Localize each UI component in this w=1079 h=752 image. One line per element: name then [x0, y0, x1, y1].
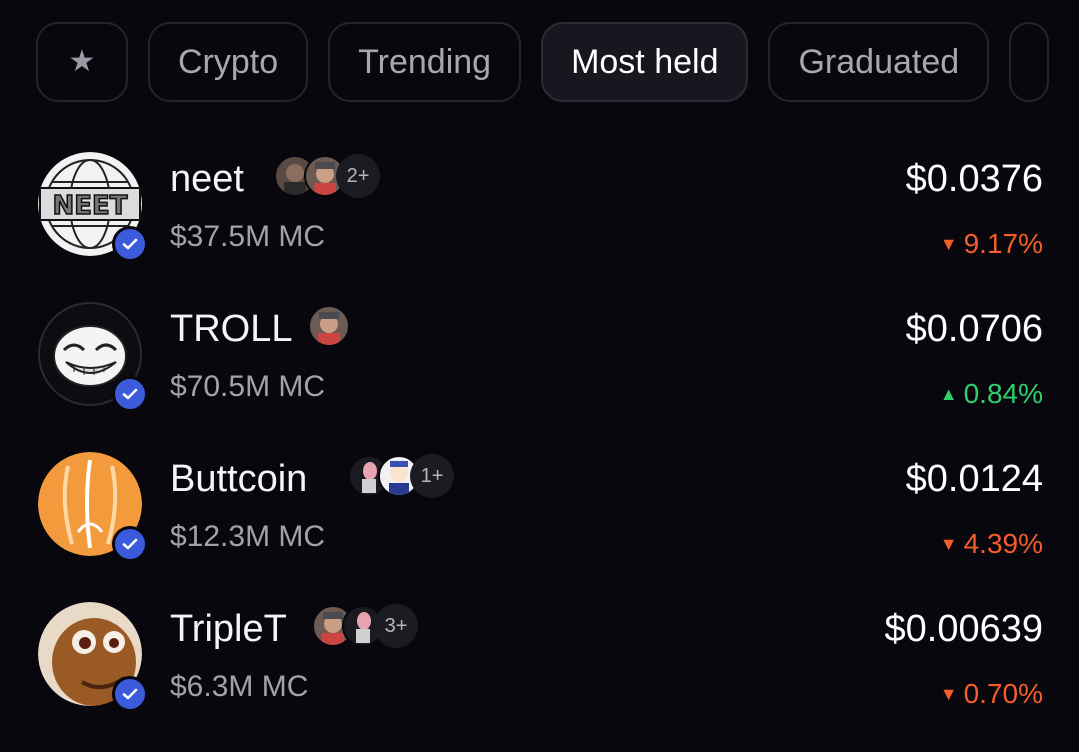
price-change-value: 4.39% [963, 528, 1043, 559]
tab-label: Most held [571, 42, 719, 81]
market-cap: $37.5M MC [170, 220, 326, 253]
verified-badge-icon [112, 676, 148, 712]
price-change-value: 0.84% [963, 378, 1043, 409]
token-row-neet[interactable]: NEET neet 2+ $37.5M MC $0.0376 ▼ 9.17% [0, 152, 1079, 302]
star-icon: ★ [68, 45, 96, 78]
price-change-value: 0.70% [963, 678, 1043, 709]
down-triangle-icon: ▼ [939, 533, 958, 554]
price-change: ▲ 0.84% [940, 378, 1043, 410]
tab-partial[interactable] [1009, 22, 1050, 102]
holders-more-count: 1+ [410, 454, 454, 498]
price-change: ▼ 4.39% [940, 528, 1043, 560]
svg-text:NEET: NEET [52, 191, 127, 221]
holder-avatars[interactable]: 1+ [348, 454, 454, 498]
holder-avatars[interactable]: 2+ [274, 154, 380, 198]
token-row-buttcoin[interactable]: Buttcoin 1+ $12.3M MC $0.0124 ▼ 4.39% [0, 452, 1079, 602]
token-price: $0.0124 [905, 458, 1043, 500]
token-name: Buttcoin [170, 458, 308, 500]
tab-label: Crypto [178, 42, 279, 81]
tab-graduated[interactable]: Graduated [768, 22, 990, 102]
holders-more-count: 3+ [374, 604, 418, 648]
tab-favorites[interactable]: ★ [36, 22, 128, 102]
tab-most-held[interactable]: Most held [541, 22, 749, 102]
token-name: TROLL [170, 308, 293, 350]
up-triangle-icon: ▲ [939, 383, 958, 404]
token-price: $0.0706 [905, 308, 1043, 350]
token-price: $0.00639 [884, 608, 1044, 650]
verified-badge-icon [112, 376, 148, 412]
market-cap: $12.3M MC [170, 520, 326, 553]
token-name: TripleT [170, 608, 287, 650]
market-cap: $6.3M MC [170, 670, 309, 703]
filter-tabs: ★ Crypto Trending Most held Graduated [36, 22, 1050, 102]
tab-label: Trending [358, 42, 492, 81]
price-change: ▼ 0.70% [940, 678, 1043, 710]
token-price: $0.0376 [905, 158, 1043, 200]
holder-avatars[interactable] [308, 304, 350, 348]
token-row-triplet[interactable]: TripleT 3+ $6.3M MC $0.00639 ▼ 0.70% [0, 602, 1079, 752]
down-triangle-icon: ▼ [939, 233, 958, 254]
verified-badge-icon [112, 226, 148, 262]
holders-more-count: 2+ [336, 154, 380, 198]
verified-badge-icon [112, 526, 148, 562]
holder-avatars[interactable]: 3+ [312, 604, 418, 648]
token-row-troll[interactable]: TROLL $70.5M MC $0.0706 ▲ 0.84% [0, 302, 1079, 452]
price-change: ▼ 9.17% [940, 228, 1043, 260]
tab-crypto[interactable]: Crypto [148, 22, 309, 102]
down-triangle-icon: ▼ [939, 683, 958, 704]
token-name: neet [170, 158, 244, 200]
price-change-value: 9.17% [963, 228, 1043, 259]
market-cap: $70.5M MC [170, 370, 326, 403]
holder-avatar [308, 305, 350, 347]
tab-trending[interactable]: Trending [328, 22, 522, 102]
tab-label: Graduated [798, 42, 960, 81]
